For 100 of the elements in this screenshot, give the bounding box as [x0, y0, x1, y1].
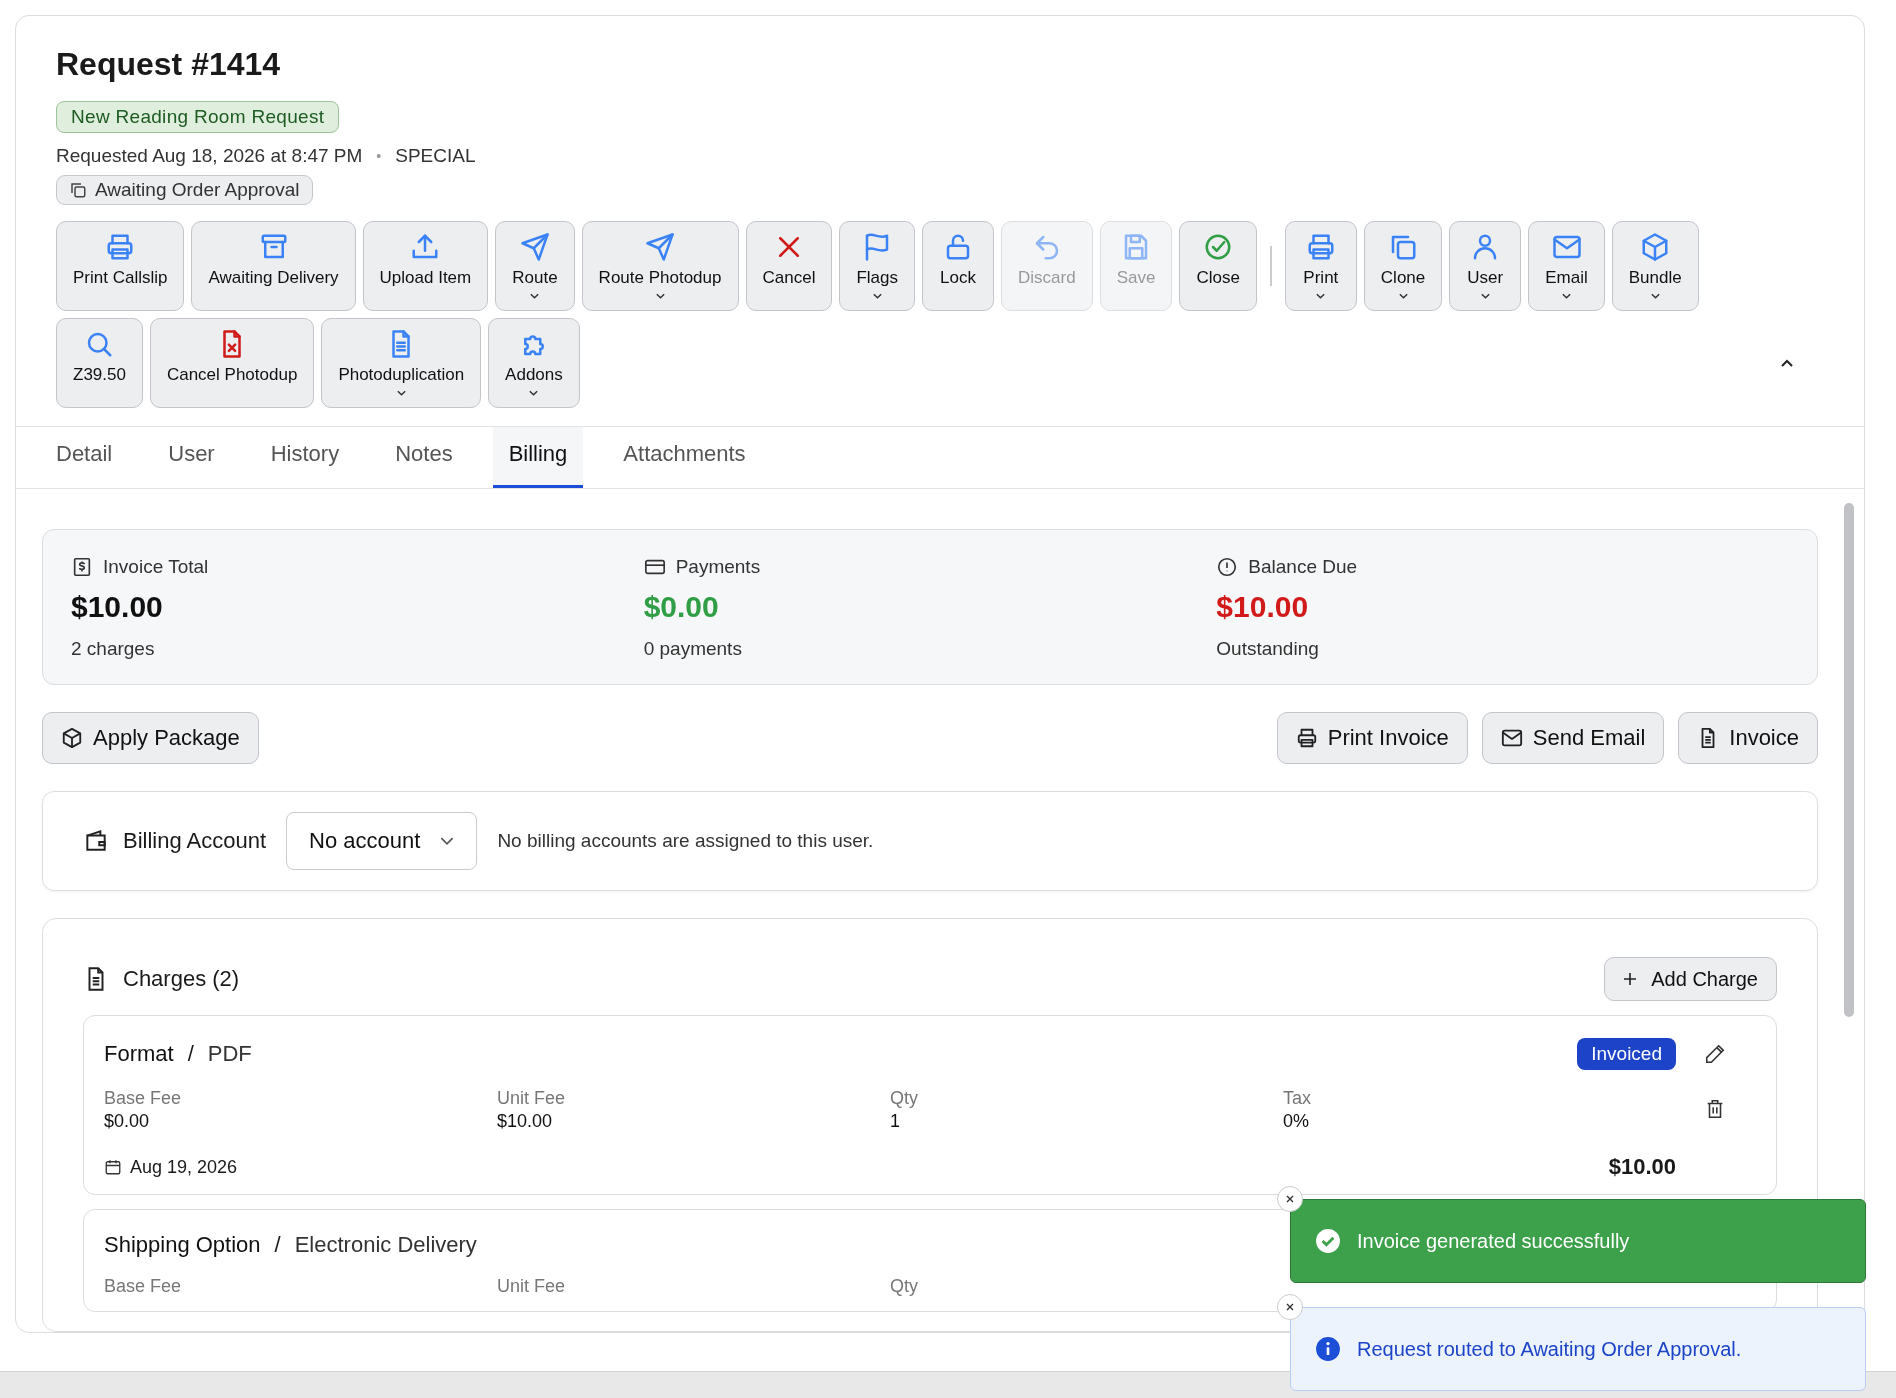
action-button[interactable]: Apply Package [42, 712, 259, 764]
tab[interactable]: History [254, 427, 356, 488]
caret-icon [871, 292, 883, 300]
plus-icon [1623, 972, 1638, 986]
status-badge: Invoiced [1577, 1038, 1676, 1070]
info-icon [1315, 1336, 1341, 1362]
summary-amount: $0.00 [643, 590, 720, 624]
printer-icon [1295, 727, 1318, 749]
toolbar-button[interactable]: Photoduplication [321, 318, 482, 408]
field-label: Unit Fee [497, 1276, 567, 1297]
edit-icon[interactable] [1704, 1043, 1726, 1065]
toolbar-button[interactable]: Addons [488, 318, 580, 408]
charge-separator: / [187, 1041, 194, 1067]
charge-type: Format [104, 1041, 174, 1067]
summary-amount: $10.00 [71, 590, 164, 624]
paper-plane-icon [519, 232, 550, 262]
toast-message: Request routed to Awaiting Order Approval. [1357, 1337, 1742, 1361]
close-icon [1285, 1302, 1295, 1312]
requested-date: Requested Aug 18, 2026 at 8:47 PM [56, 145, 363, 167]
dollar-receipt-icon [71, 556, 93, 578]
toolbar-button[interactable]: Clone [1363, 221, 1443, 311]
tab[interactable]: User [152, 427, 231, 488]
toolbar-button[interactable]: Flags [839, 221, 915, 311]
caret-icon [528, 389, 540, 397]
action-button[interactable]: Print Invoice [1276, 712, 1468, 764]
account-select[interactable]: No account [286, 812, 478, 870]
field-label: Tax [1283, 1088, 1312, 1109]
toolbar-button[interactable]: Lock [922, 221, 994, 311]
alert-circle-icon [1216, 556, 1239, 578]
billing-account-label: Billing Account [123, 828, 267, 854]
toolbar-button[interactable]: Route [495, 221, 575, 311]
summary-label: Invoice Total [103, 556, 209, 578]
field-value: $0.00 [104, 1111, 151, 1132]
billing-account-note: No billing accounts are assigned to this user. [497, 830, 874, 852]
field-value: $10.00 [497, 1111, 554, 1132]
add-charge-button[interactable]: Add Charge [1604, 957, 1777, 1001]
summary-amount: $10.00 [1216, 590, 1310, 624]
action-button[interactable]: Invoice [1678, 712, 1818, 764]
paper-plane-icon [645, 232, 676, 262]
toolbar-button[interactable]: Email [1528, 221, 1605, 311]
request-type-badge: New Reading Room Request [56, 101, 340, 133]
field-label: Qty [890, 1088, 919, 1109]
check-circle-icon [1315, 1228, 1341, 1254]
field-label: Base Fee [104, 1276, 183, 1297]
toolbar-button[interactable]: Cancel [745, 221, 833, 311]
calendar-icon [104, 1158, 122, 1176]
toast-message: Invoice generated successfully [1357, 1229, 1630, 1253]
copy-icon [69, 181, 87, 199]
caret-icon [395, 389, 407, 397]
envelope-icon [1500, 727, 1523, 749]
toolbar-button[interactable]: Upload Item [362, 221, 489, 311]
summary-subtext: Outstanding [1216, 638, 1320, 660]
summary-subtext: 0 payments [643, 638, 743, 660]
close-icon [1285, 1194, 1295, 1204]
tab[interactable]: Attachments [607, 427, 762, 488]
tab[interactable]: Notes [379, 427, 469, 488]
toolbar-button[interactable]: Awaiting Delivery [191, 221, 356, 311]
charge-type: Shipping Option [104, 1232, 261, 1258]
caret-icon [654, 292, 666, 300]
toolbar-button[interactable]: Bundle [1611, 221, 1699, 311]
caret-icon [1649, 292, 1661, 300]
toolbar-button[interactable]: Cancel Photodup [149, 318, 315, 408]
toolbar-button[interactable]: Print [1284, 221, 1357, 311]
status-text: Awaiting Order Approval [95, 179, 300, 201]
wallet-icon [83, 828, 109, 854]
separator-dot: • [376, 147, 382, 166]
charge-option: PDF [207, 1041, 252, 1067]
printer-icon [105, 232, 136, 262]
summary-label: Payments [675, 556, 761, 578]
field-label: Qty [890, 1276, 919, 1297]
tab[interactable]: Billing [492, 427, 584, 488]
caret-icon [1315, 292, 1327, 300]
field-label: Unit Fee [497, 1088, 567, 1109]
toolbar-button[interactable]: Print Callslip [56, 221, 185, 311]
collapse-icon[interactable] [1780, 358, 1794, 368]
charge-option: Electronic Delivery [294, 1232, 477, 1258]
charge-date: Aug 19, 2026 [130, 1156, 238, 1178]
field-label: Base Fee [104, 1088, 183, 1109]
toolbar-button[interactable]: Z39.50 [56, 318, 143, 408]
action-button[interactable]: Send Email [1481, 712, 1665, 764]
field-value: 0% [1283, 1111, 1310, 1132]
request-title: Request #1414 [56, 46, 282, 83]
chevron-down-icon [440, 836, 455, 846]
caret-icon [529, 292, 541, 300]
toolbar-button[interactable]: Route Photodup [581, 221, 739, 311]
charge-total: $10.00 [1608, 1154, 1676, 1180]
scrollbar-thumb[interactable] [1844, 503, 1854, 1017]
summary-subtext: 2 charges [71, 638, 156, 660]
box-icon [61, 727, 83, 749]
toolbar-button[interactable]: Close [1179, 221, 1257, 311]
tab[interactable]: Detail [39, 427, 129, 488]
field-value: 1 [890, 1111, 901, 1132]
request-category: SPECIAL [395, 145, 476, 167]
caret-icon [1479, 292, 1491, 300]
box-icon [1640, 232, 1671, 262]
charge-separator: / [274, 1232, 281, 1258]
charges-title: Charges (2) [123, 966, 240, 992]
toolbar-button[interactable]: User [1449, 221, 1522, 311]
caret-icon [1397, 292, 1409, 300]
caret-icon [1561, 292, 1572, 300]
